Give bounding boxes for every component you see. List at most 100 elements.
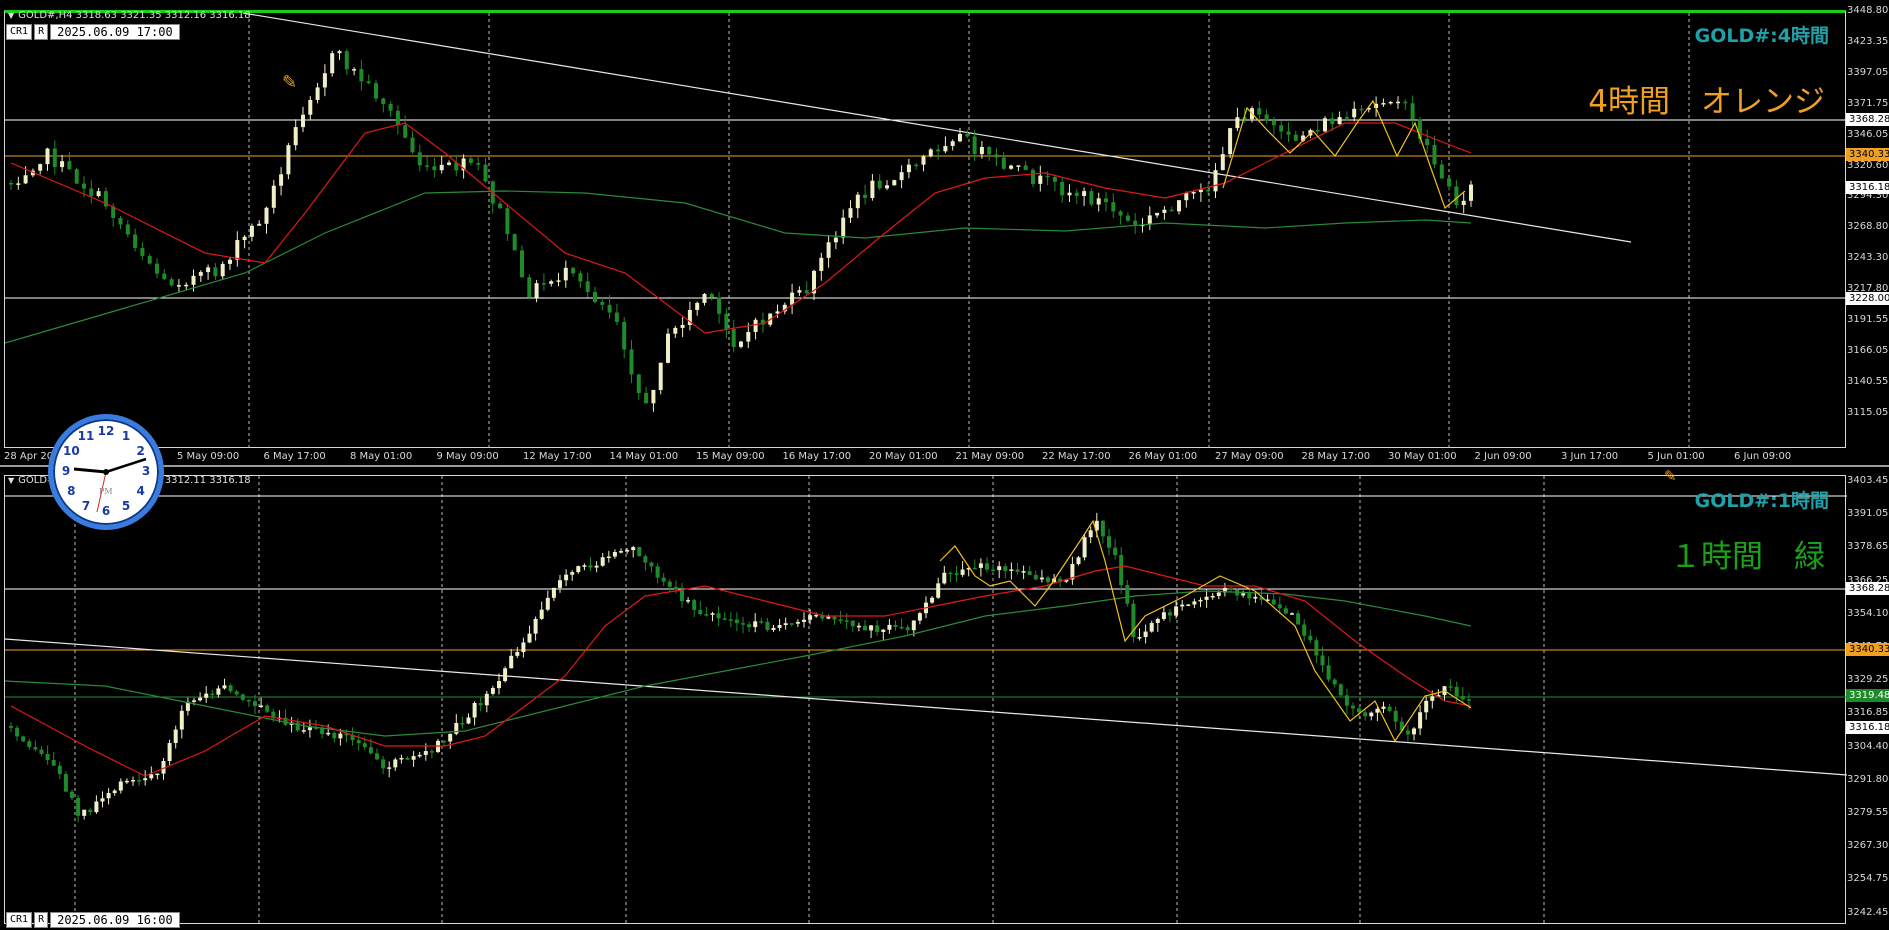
candle-body	[1264, 114, 1269, 121]
candle-body	[1155, 212, 1160, 216]
candle-body	[759, 621, 764, 623]
candle-body	[619, 551, 623, 553]
candle-body	[877, 180, 882, 189]
candle-body	[789, 623, 794, 625]
candle-body	[293, 127, 298, 146]
candle-body	[747, 624, 752, 628]
clock-number: 2	[136, 444, 145, 458]
candle-body	[265, 705, 270, 712]
candle-body	[899, 626, 904, 629]
time-axis-label: 8 May 01:00	[350, 451, 413, 462]
candle-body	[1424, 700, 1429, 713]
candle-body	[629, 349, 634, 375]
price-axis-label: 3166.05	[1847, 344, 1889, 356]
candle-body	[301, 730, 306, 732]
r-label[interactable]: R	[34, 912, 49, 928]
candle-body	[118, 781, 123, 791]
candle-body	[832, 616, 837, 620]
pencil-icon[interactable]: ✎	[1664, 467, 1677, 485]
candle-body	[1430, 696, 1435, 701]
candle-body	[680, 589, 684, 602]
candle-body	[249, 225, 254, 237]
candle-body	[1118, 211, 1123, 216]
candle-body	[994, 154, 999, 158]
candle-body	[527, 633, 532, 643]
candle-body	[88, 809, 93, 813]
candle-body	[521, 642, 526, 653]
candle-body	[1023, 165, 1028, 170]
candle-body	[1283, 608, 1288, 614]
candle-body	[1137, 637, 1142, 639]
candle-body	[410, 137, 415, 153]
candle-body	[1192, 601, 1197, 605]
candle-body	[870, 180, 875, 198]
candle-body	[338, 733, 343, 739]
pencil-icon[interactable]: ✎	[282, 72, 297, 93]
candle-body	[82, 183, 86, 189]
candle-body	[1290, 613, 1294, 615]
candle-body	[271, 185, 276, 208]
candle-body	[1271, 120, 1276, 126]
candle-body	[167, 743, 172, 761]
candle-body	[38, 164, 43, 171]
clock-number: 8	[67, 484, 76, 498]
time-axis-label: 28 May 17:00	[1301, 451, 1371, 462]
candle-body	[242, 236, 247, 241]
candle-body	[534, 283, 539, 298]
chart-pane-h4[interactable]: ▼ GOLD#,H4 3318.63 3321.35 3312.16 3316.1…	[0, 0, 1889, 467]
r-label[interactable]: R	[34, 24, 49, 40]
clock-number: 12	[97, 424, 115, 438]
candle-body	[614, 312, 619, 322]
candle-body	[722, 618, 727, 620]
candle-body	[332, 732, 337, 739]
time-axis-label: 21 May 09:00	[955, 451, 1025, 462]
clock-number: 7	[81, 498, 91, 513]
candle-body	[1405, 730, 1410, 735]
chart-pane-h1[interactable]: ▼GOLD#,H1 3318.63 3321.35 3312.11 3316.1…	[0, 467, 1889, 930]
candle-body	[1279, 125, 1284, 132]
price-axis-label: 3291.80	[1847, 773, 1889, 785]
candle-body	[204, 693, 209, 698]
dropdown-icon[interactable]: ▼	[8, 11, 14, 20]
candle-body	[1359, 108, 1364, 111]
price-axis-label: 3448.80	[1847, 5, 1889, 16]
time-axis-label: 5 Jun 01:00	[1647, 451, 1705, 462]
candle-body	[1143, 631, 1148, 638]
candle-body	[106, 793, 111, 799]
candle-body	[417, 152, 422, 166]
clock-widget[interactable]: PM 12 1 2 3 4 5 6 7 8 9 10 11	[48, 414, 164, 530]
candle-body	[783, 623, 788, 625]
candle-body	[425, 165, 430, 167]
price-axis-label: 3378.65	[1847, 541, 1889, 553]
candle-body	[253, 701, 257, 706]
cr-label[interactable]: CR1	[6, 912, 33, 928]
price-axis-label: 3316.85	[1847, 707, 1889, 719]
candle-body	[447, 162, 451, 165]
plot-area-h1[interactable]	[4, 475, 1847, 925]
candle-body	[429, 751, 434, 753]
price-axis-label: 3320.60	[1847, 159, 1889, 171]
candle-body	[133, 234, 138, 248]
dropdown-icon[interactable]: ▼	[8, 476, 14, 485]
candle-body	[411, 756, 416, 760]
candle-body	[533, 618, 538, 634]
candle-body	[612, 551, 617, 557]
candle-body	[649, 562, 654, 567]
candle-body	[1315, 130, 1320, 132]
candle-body	[692, 600, 697, 610]
chart-canvas-h1[interactable]	[5, 476, 1847, 925]
cr-label[interactable]: CR1	[6, 24, 33, 40]
plot-area-h4[interactable]	[4, 10, 1847, 451]
candle-body	[753, 319, 758, 332]
candle-body	[1082, 537, 1087, 558]
candle-body	[673, 586, 678, 590]
candle-body	[21, 736, 26, 742]
candle-body	[1369, 712, 1374, 717]
candle-body	[704, 614, 709, 616]
candle-body	[1111, 202, 1116, 212]
candle-body	[1133, 220, 1138, 225]
candle-body	[917, 613, 922, 621]
candle-body	[1039, 577, 1044, 580]
candle-body	[155, 773, 160, 776]
candle-body	[637, 547, 642, 557]
